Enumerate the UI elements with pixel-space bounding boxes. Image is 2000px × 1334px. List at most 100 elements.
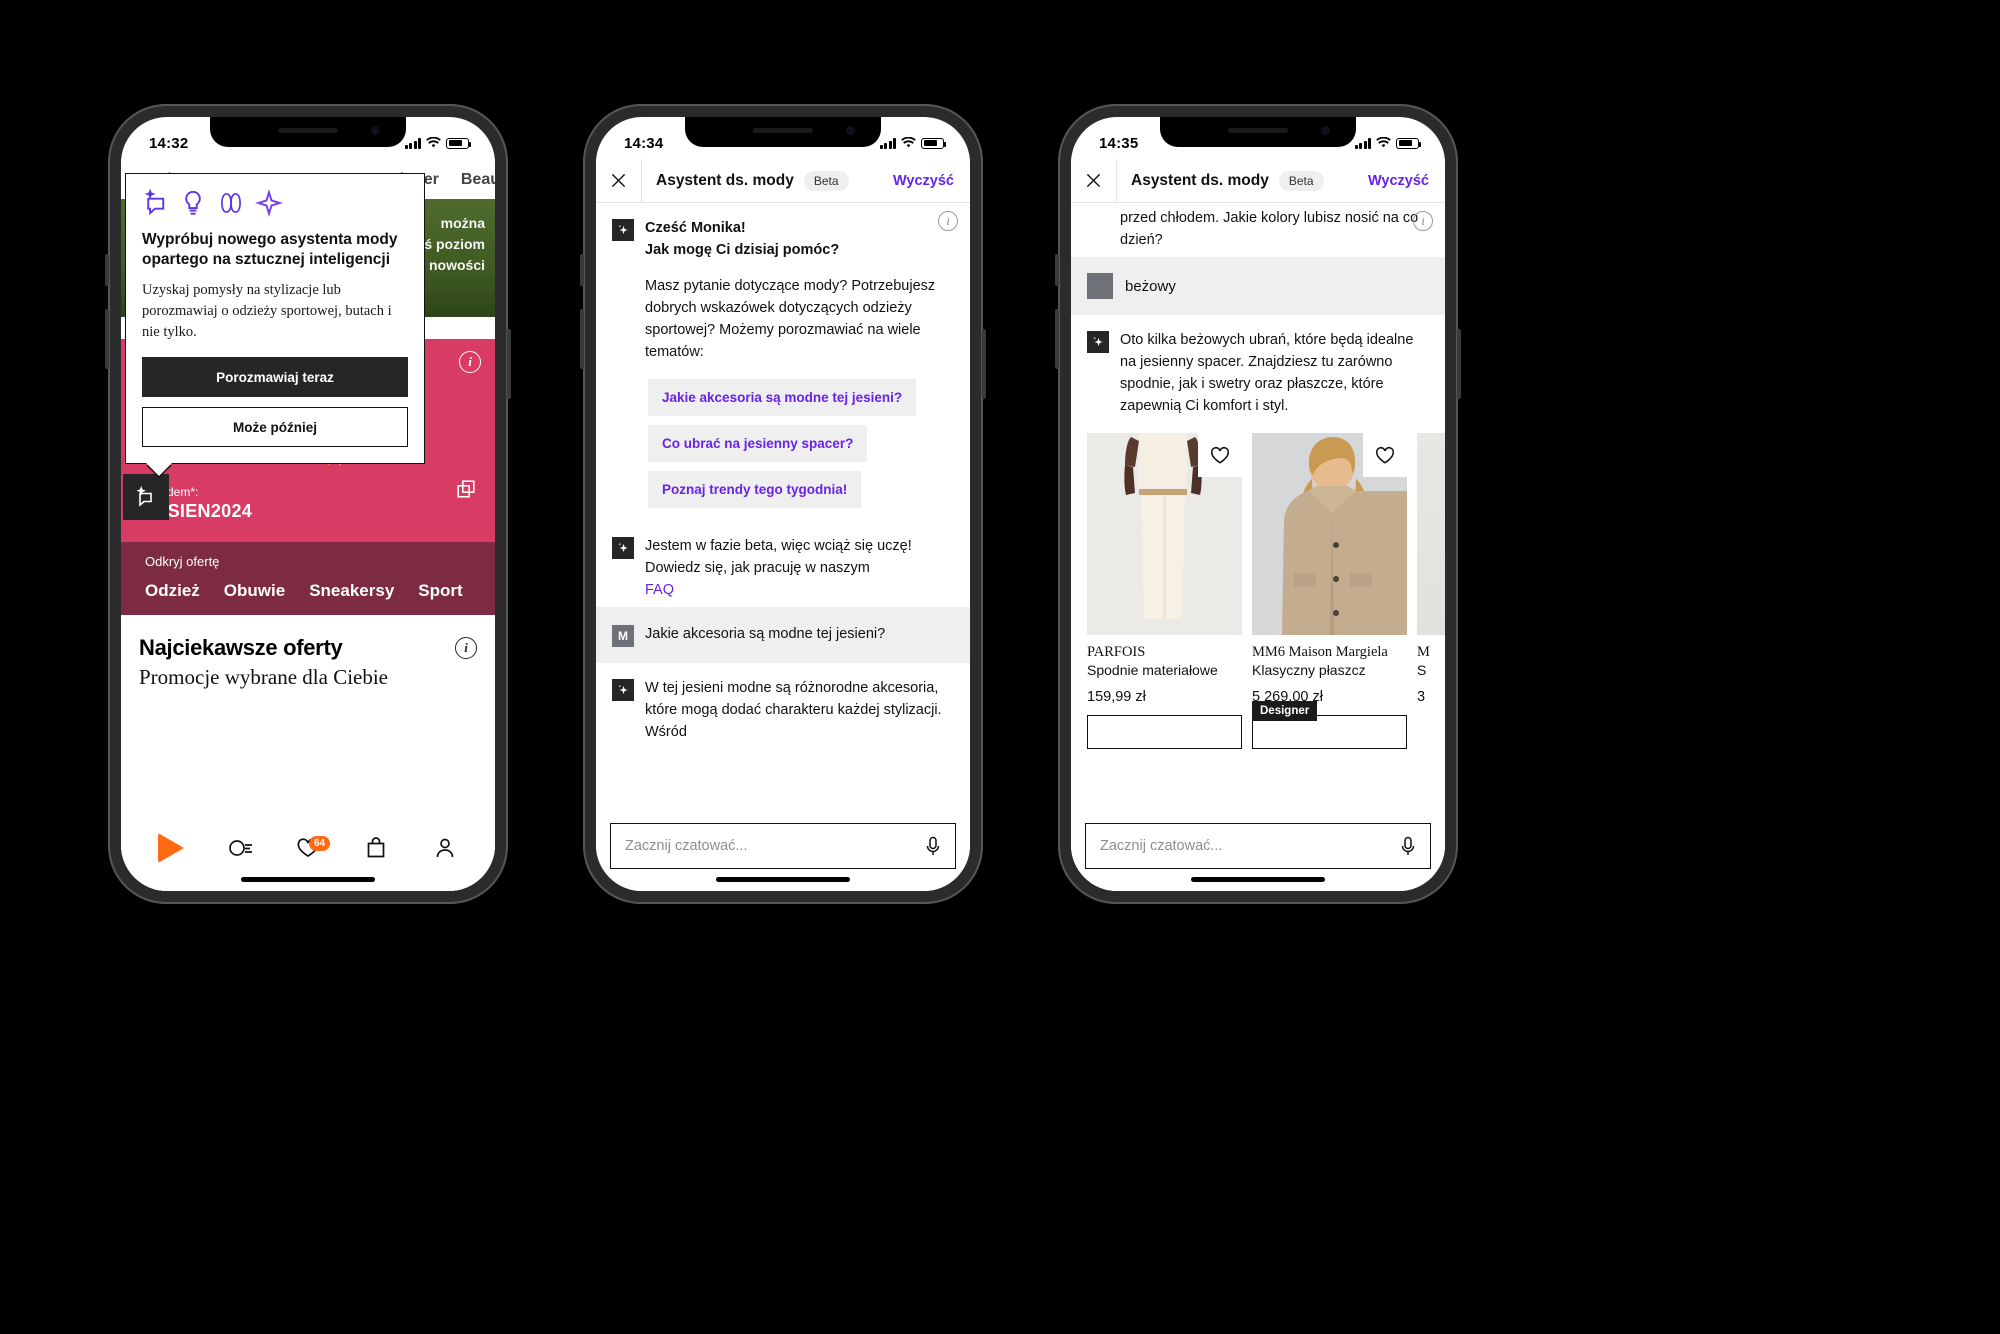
- sparkle-icon: [618, 224, 628, 235]
- sparkle-icon: [1093, 336, 1103, 347]
- product-card[interactable]: Designer MM6 Maison Margiela Klasyczny p…: [1252, 433, 1407, 750]
- product-brand: PARFOIS: [1087, 644, 1146, 661]
- battery-icon: [921, 137, 946, 149]
- clear-chat-button[interactable]: Wyczyść: [893, 173, 954, 189]
- product-price: 159,99 zł: [1087, 689, 1146, 706]
- copy-icon[interactable]: [455, 478, 477, 500]
- tooltip-title: Wypróbuj nowego asystenta mody opartego …: [142, 231, 398, 269]
- phone-3-screen: 14:35 Asystent ds. mody Beta Wyczyść i p…: [1071, 117, 1445, 891]
- chip-autumn-walk[interactable]: Co ubrać na jesienny spacer?: [648, 425, 868, 463]
- message-text: Masz pytanie dotyczące mody? Potrzebujes…: [645, 278, 936, 361]
- tab-search[interactable]: [223, 833, 257, 863]
- chat-assistant-fab[interactable]: [123, 474, 169, 520]
- page-title: Asystent ds. mody: [656, 171, 794, 189]
- discover-section: Odkryj ofertę Odzież Obuwie Sneakersy Sp…: [121, 541, 495, 615]
- color-label: beżowy: [1125, 277, 1176, 295]
- signal-icon: [879, 137, 896, 149]
- screenshot-stage: 14:32 Moda Streetwear Sport Designe: [0, 0, 2000, 1334]
- promo-code-label: z kodem*:: [145, 484, 199, 499]
- page-title: Asystent ds. mody: [1131, 171, 1269, 189]
- beta-badge: Beta: [1278, 170, 1324, 191]
- product-card[interactable]: PARFOIS Spodnie materiałowe 159,99 zł: [1087, 433, 1242, 750]
- heart-outline-icon: [1375, 447, 1395, 464]
- chat-messages[interactable]: i Cześć Monika! Jak mogę Ci dzisiaj pomó…: [596, 203, 970, 891]
- avatar: M: [612, 625, 634, 648]
- discover-link-odziez[interactable]: Odzież: [145, 581, 200, 601]
- greeting-line-1: Cześć Monika!: [645, 220, 746, 236]
- wishlist-button[interactable]: [1363, 433, 1407, 478]
- tab-bag[interactable]: [359, 833, 393, 863]
- bot-beta-note: Jestem w fazie beta, więc wciąż się uczę…: [596, 521, 970, 607]
- battery-icon: [446, 137, 471, 149]
- chip-weekly-trends[interactable]: Poznaj trendy tego tygodnia!: [648, 471, 862, 509]
- discover-link-sneakersy[interactable]: Sneakersy: [309, 581, 394, 601]
- offers-info-icon[interactable]: i: [455, 636, 477, 659]
- avatar: [612, 219, 634, 241]
- product-name: Klasyczny płaszcz: [1252, 662, 1366, 679]
- product-brand: M: [1417, 644, 1430, 661]
- wishlist-button[interactable]: [1198, 433, 1242, 478]
- home-indicator: [241, 877, 375, 882]
- bot-message: Cześć Monika! Jak mogę Ci dzisiaj pomóc?…: [596, 203, 970, 369]
- chat-input[interactable]: Zacznij czatować...: [610, 823, 956, 869]
- promo-code: JESIEN2024: [145, 500, 253, 521]
- microphone-icon[interactable]: [923, 834, 943, 858]
- offers-subtitle: Promocje wybrane dla Ciebie: [139, 664, 389, 689]
- offers-title: Najciekawsze oferty: [139, 634, 343, 660]
- wifi-icon: [1376, 136, 1391, 147]
- talk-now-button[interactable]: Porozmawiaj teraz: [142, 357, 408, 398]
- greeting-line-2: Jak mogę Ci dzisiaj pomóc?: [645, 242, 840, 259]
- clear-chat-button[interactable]: Wyczyść: [1368, 173, 1429, 189]
- signal-icon: [404, 137, 421, 149]
- tab-home[interactable]: [154, 833, 188, 863]
- faq-link[interactable]: FAQ: [645, 579, 954, 601]
- phone-3: 14:35 Asystent ds. mody Beta Wyczyść i p…: [1055, 104, 1461, 904]
- discover-label: Odkryj ofertę: [145, 553, 220, 569]
- info-icon[interactable]: i: [938, 211, 958, 231]
- product-card[interactable]: M S 3: [1417, 433, 1445, 749]
- chat-header: Asystent ds. mody Beta Wyczyść: [1071, 158, 1445, 203]
- tooltip-icon-row: [142, 188, 408, 218]
- product-name: S: [1417, 662, 1427, 679]
- close-button[interactable]: [596, 158, 642, 203]
- signal-icon: [1354, 137, 1371, 149]
- chat-sparkle-icon: [136, 485, 152, 507]
- hero-text: można ś poziom nowości: [424, 215, 485, 273]
- beta-note-text: Jestem w fazie beta, więc wciąż się uczę…: [645, 538, 912, 577]
- sparkle-icon: [618, 543, 628, 553]
- chat-messages[interactable]: i przed chłodem. Jakie kolory lubisz nos…: [1071, 203, 1445, 891]
- heart-outline-icon: [1210, 447, 1230, 464]
- product-carousel[interactable]: PARFOIS Spodnie materiałowe 159,99 zł De…: [1071, 423, 1445, 750]
- bot-reply: Oto kilka beżowych ubrań, które będą ide…: [1071, 315, 1445, 423]
- discover-link-sport[interactable]: Sport: [418, 581, 462, 601]
- product-name: Spodnie materiałowe: [1087, 662, 1218, 679]
- bag-icon: [368, 837, 385, 858]
- notch: [685, 117, 881, 147]
- tab-account[interactable]: [428, 833, 462, 863]
- chip-accessories[interactable]: Jakie akcesoria są modne tej jesieni?: [648, 379, 917, 417]
- chat-input-placeholder: Zacznij czatować...: [1100, 838, 1223, 854]
- phone-2-screen: 14:34 Asystent ds. mody Beta Wyczyść i C…: [596, 117, 970, 891]
- message-text: Oto kilka beżowych ubrań, które będą ide…: [1120, 332, 1414, 415]
- close-button[interactable]: [1071, 158, 1117, 203]
- message-body: Cześć Monika! Jak mogę Ci dzisiaj pomóc?…: [645, 217, 954, 363]
- chat-input[interactable]: Zacznij czatować...: [1085, 823, 1431, 869]
- microphone-icon[interactable]: [1398, 834, 1418, 858]
- chat-input-placeholder: Zacznij czatować...: [625, 838, 748, 854]
- promo-info-icon[interactable]: i: [459, 351, 481, 373]
- add-to-cart-button[interactable]: [1087, 715, 1242, 750]
- product-image[interactable]: [1417, 433, 1445, 636]
- phone-1-screen: 14:32 Moda Streetwear Sport Designe: [121, 117, 495, 891]
- account-icon: [436, 838, 454, 858]
- tab-beauty[interactable]: Beauty: [461, 171, 495, 189]
- maybe-later-button[interactable]: Może później: [142, 407, 408, 448]
- home-indicator: [1191, 877, 1325, 882]
- info-icon[interactable]: i: [1413, 211, 1433, 231]
- designer-tag: Designer: [1252, 701, 1318, 722]
- avatar: [1087, 331, 1109, 354]
- discover-link-obuwie[interactable]: Obuwie: [224, 581, 285, 601]
- product-price: 3: [1417, 689, 1426, 706]
- color-swatch: [1087, 273, 1113, 300]
- message-text: Jakie akcesoria są modne tej jesieni?: [645, 626, 886, 643]
- tab-wishlist[interactable]: 64: [291, 833, 331, 863]
